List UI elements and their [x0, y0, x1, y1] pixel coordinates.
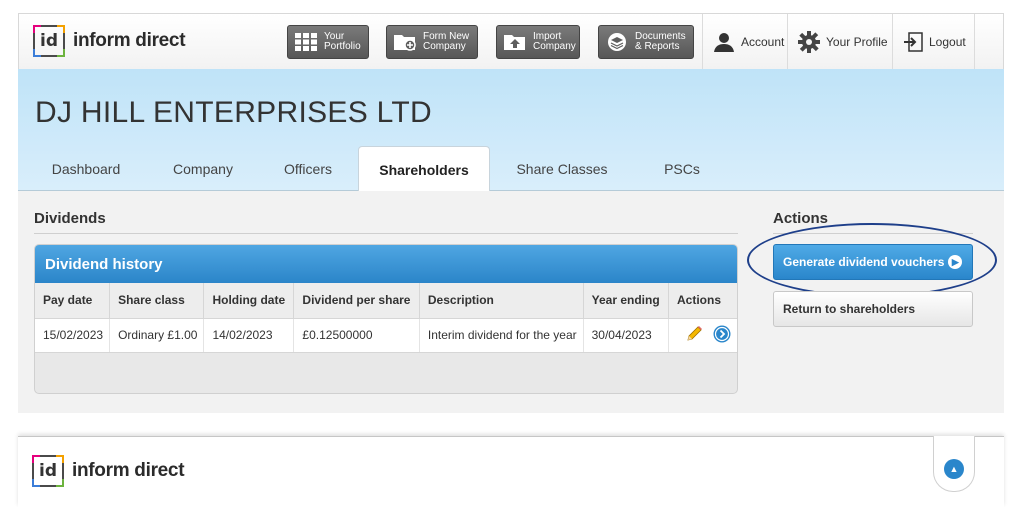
- upload-folder-icon: [503, 31, 527, 53]
- tab-pscs[interactable]: PSCs: [652, 146, 712, 191]
- share-class-cell: Ordinary £1.00: [109, 318, 205, 353]
- user-icon: [713, 31, 735, 53]
- company-header: DJ HILL ENTERPRISES LTD Dashboard Compan…: [18, 69, 1004, 192]
- dividends-heading: Dividends: [34, 210, 106, 227]
- brand-logo[interactable]: id inform direct: [33, 25, 186, 57]
- scroll-to-top-button[interactable]: ▲: [933, 436, 975, 492]
- play-arrow-icon: ▶: [948, 255, 963, 269]
- row-actions-cell: [668, 318, 737, 353]
- column-header: Share class: [109, 283, 205, 319]
- description-cell: Interim dividend for the year: [419, 318, 584, 353]
- generate-dividend-vouchers-button[interactable]: Generate dividend vouchers ▶: [773, 244, 973, 280]
- footer-brand-logo[interactable]: id inform direct: [32, 455, 185, 487]
- folder-add-icon: [393, 31, 417, 53]
- gear-icon: [798, 31, 820, 53]
- column-header: Year ending: [583, 283, 670, 319]
- form-new-company-label: Form New Company: [423, 31, 470, 52]
- tab-shareholders[interactable]: Shareholders: [358, 146, 490, 192]
- column-header: Dividend per share: [293, 283, 420, 319]
- company-title: DJ HILL ENTERPRISES LTD: [35, 96, 432, 129]
- table-header-row: Pay date Share class Holding date Divide…: [35, 283, 737, 319]
- main-content: Dividends Dividend history Pay date Shar…: [18, 191, 1004, 413]
- dividend-history-title: Dividend history: [35, 245, 737, 283]
- documents-reports-label: Documents & Reports: [635, 31, 686, 52]
- your-portfolio-label: Your Portfolio: [324, 31, 361, 52]
- generate-dividend-vouchers-label: Generate dividend vouchers: [783, 255, 945, 269]
- tab-share-classes[interactable]: Share Classes: [506, 146, 618, 191]
- column-header: Actions: [668, 283, 737, 319]
- divider: [773, 233, 973, 234]
- pay-date-cell: 15/02/2023: [35, 318, 111, 353]
- dividend-history-panel: Dividend history Pay date Share class Ho…: [34, 244, 738, 394]
- column-header: Description: [419, 283, 584, 319]
- logout-label: Logout: [929, 35, 966, 49]
- column-header: Pay date: [35, 283, 111, 319]
- actions-heading: Actions: [773, 210, 829, 227]
- return-to-shareholders-button[interactable]: Return to shareholders: [773, 291, 973, 327]
- your-profile-link[interactable]: Your Profile: [787, 14, 898, 70]
- footer-brand-name: inform direct: [72, 460, 185, 481]
- logo-mark-icon: id: [33, 25, 65, 57]
- table-row: 15/02/2023 Ordinary £1.00 14/02/2023 £0.…: [35, 318, 737, 353]
- account-link[interactable]: Account: [702, 14, 794, 70]
- tab-dashboard[interactable]: Dashboard: [38, 146, 134, 191]
- account-label: Account: [741, 35, 785, 49]
- view-arrow-icon[interactable]: [713, 325, 731, 343]
- your-profile-label: Your Profile: [826, 35, 888, 49]
- documents-icon: [605, 31, 629, 53]
- logout-icon: [903, 32, 923, 52]
- edit-pencil-icon[interactable]: [685, 325, 703, 343]
- dividend-per-share-cell: £0.12500000: [293, 318, 420, 353]
- holding-date-cell: 14/02/2023: [203, 318, 295, 353]
- dividend-table: Pay date Share class Holding date Divide…: [35, 283, 737, 353]
- form-new-company-button[interactable]: Form New Company: [386, 25, 478, 59]
- documents-reports-button[interactable]: Documents & Reports: [598, 25, 694, 59]
- grid-icon: [294, 31, 318, 53]
- divider: [34, 233, 738, 234]
- top-navigation-bar: id inform direct Your Portfolio Form New…: [18, 13, 1004, 70]
- footer: id inform direct: [18, 436, 1004, 507]
- import-company-label: Import Company: [533, 31, 576, 52]
- logo-mark-icon: id: [32, 455, 64, 487]
- import-company-button[interactable]: Import Company: [496, 25, 580, 59]
- tab-company[interactable]: Company: [158, 146, 248, 191]
- chevron-up-icon: ▲: [944, 459, 964, 479]
- column-header: Holding date: [203, 283, 295, 319]
- brand-name: inform direct: [73, 30, 186, 51]
- return-to-shareholders-label: Return to shareholders: [783, 302, 916, 316]
- tab-officers[interactable]: Officers: [270, 146, 346, 191]
- logout-link[interactable]: Logout: [892, 14, 975, 70]
- year-ending-cell: 30/04/2023: [583, 318, 670, 353]
- page: id inform direct Your Portfolio Form New…: [0, 0, 1024, 507]
- your-portfolio-button[interactable]: Your Portfolio: [287, 25, 369, 59]
